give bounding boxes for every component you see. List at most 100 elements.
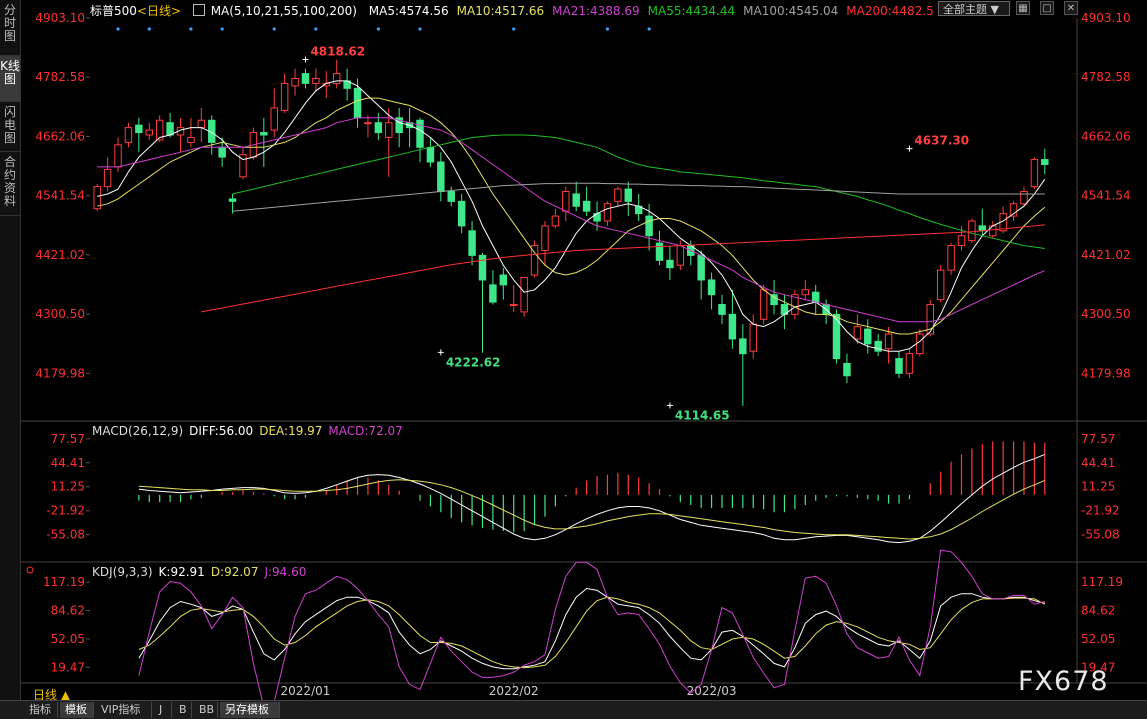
macd-line-dea	[138, 479, 1045, 540]
y-tick-label-right: 4662.06	[1081, 129, 1131, 143]
macd-legend-item-3: MACD:72.07	[328, 424, 403, 438]
candle-body	[624, 188, 632, 202]
kdj-legend: KDJ(9,3,3) K:92.91 D:92.07 J:94.60	[92, 565, 312, 579]
bottom-tab-2[interactable]: VIP指标	[96, 702, 152, 718]
y-tick-label-left: 4300.50	[35, 307, 85, 321]
ma-value-2: MA21:4388.69	[552, 4, 640, 18]
x-tick-label: 2022/03	[687, 684, 737, 698]
candle-body	[645, 215, 653, 237]
event-marker	[647, 27, 651, 31]
y-tick-label-left: -55.08	[46, 528, 85, 542]
candle-body	[478, 254, 487, 281]
candle-body	[124, 127, 133, 143]
candle-body	[947, 245, 955, 271]
y-tick-label-right: -21.92	[1081, 504, 1120, 518]
macd-legend-item-2: DEA:19.97	[259, 424, 323, 438]
kdj-line-d	[138, 596, 1046, 669]
y-tick-label-right: 4782.58	[1081, 70, 1131, 84]
y-tick-label-left: 52.05	[51, 632, 85, 646]
kdj-legend-item-3: J:94.60	[264, 565, 307, 579]
y-tick-label-right: 4179.98	[1081, 366, 1131, 380]
candle-body	[197, 119, 206, 129]
candle-body	[166, 122, 174, 136]
ma-line-ma10	[97, 97, 1046, 335]
annotation-label-0: 4818.62	[310, 45, 365, 59]
macd-legend-item-1: DIFF:56.00	[189, 424, 254, 438]
candle-body	[468, 230, 476, 256]
candle-body	[655, 242, 664, 261]
candle-body	[270, 107, 278, 131]
x-tick-label: 2022/01	[281, 684, 331, 698]
candle-body	[676, 245, 685, 266]
y-tick-label-left: 84.62	[51, 604, 85, 618]
y-tick-label-left: 19.47	[51, 660, 85, 674]
restore-icon[interactable]: □	[1040, 1, 1054, 15]
candle-body	[520, 276, 528, 313]
candle-body	[145, 129, 153, 136]
close-icon[interactable]: ✕	[1064, 1, 1078, 15]
candle-body	[707, 279, 716, 296]
ma-values: MA5:4574.56 MA10:4517.66 MA21:4388.69 MA55:…	[369, 4, 942, 18]
event-marker	[376, 27, 380, 31]
y-tick-label-left: 4421.02	[35, 248, 85, 262]
candle-body	[884, 333, 893, 350]
bottom-tab-0[interactable]: 指标	[24, 702, 58, 718]
candle-body	[364, 122, 372, 125]
main-legend: 标普500<日线> MA(5,10,21,55,100,200) MA5:457…	[90, 2, 950, 18]
bottom-tab-4[interactable]: B	[174, 702, 192, 718]
y-tick-label-left: 11.25	[51, 480, 85, 494]
bottom-tab-5[interactable]: BB	[194, 702, 218, 718]
chevron-down-icon: ▼	[990, 3, 999, 16]
event-marker	[314, 27, 318, 31]
candle-body	[353, 87, 362, 119]
candle-body	[1030, 159, 1039, 188]
candle-body	[426, 146, 435, 163]
candle-body	[739, 338, 747, 355]
candle-body	[103, 168, 112, 188]
candle-body	[135, 124, 143, 134]
candle-body	[1041, 159, 1049, 165]
candle-body	[291, 77, 299, 87]
candle-body	[853, 326, 862, 340]
y-tick-label-left: 77.57	[51, 432, 85, 446]
bottom-tab-6[interactable]: 另存模板	[220, 702, 280, 718]
bottom-tab-1[interactable]: 模板	[60, 702, 94, 718]
chart-canvas[interactable]: 4179.98 4179.98 4300.50 4300.50 4421.02 4421.…	[0, 0, 1147, 700]
y-tick-label-left: 4179.98	[35, 366, 85, 380]
bottom-tab-3[interactable]: J	[154, 702, 172, 718]
kdj-legend-item-2: D:92.07	[210, 565, 259, 579]
theme-select[interactable]: 全部主题 ▼	[938, 1, 1010, 16]
candle-body	[718, 304, 726, 315]
annotation-label-1: 4222.62	[446, 355, 501, 369]
y-tick-label-left: 4662.06	[35, 129, 85, 143]
candle-body	[489, 284, 497, 303]
candle-body	[759, 289, 768, 320]
y-tick-label-left: 117.19	[43, 575, 85, 589]
event-marker	[512, 27, 516, 31]
y-tick-label-right: 117.19	[1081, 575, 1123, 589]
candle-body	[218, 146, 226, 158]
ma-line-ma21	[97, 117, 1045, 323]
kdj-settings-icon	[26, 566, 34, 574]
kdj-line-k	[138, 587, 1045, 670]
candle-body	[447, 191, 455, 202]
period-tag: <日线>	[136, 4, 182, 18]
y-tick-label-right: 4421.02	[1081, 248, 1131, 262]
kdj-legend-item-0: KDJ(9,3,3)	[92, 565, 153, 579]
kdj-legend-item-1: K:92.91	[158, 565, 205, 579]
grid-icon[interactable]: ▦	[1016, 1, 1030, 15]
candle-body	[582, 200, 591, 212]
y-tick-label-left: 4903.10	[35, 11, 85, 25]
candle-body	[697, 254, 705, 281]
candle-body	[749, 323, 757, 352]
candle-body	[666, 259, 674, 269]
candle-body	[374, 122, 383, 134]
candle-body	[437, 161, 445, 193]
candle-body	[499, 274, 508, 286]
y-tick-label-right: 44.41	[1081, 456, 1115, 470]
candle-body	[864, 328, 872, 345]
candle-body	[957, 235, 966, 247]
candle-body	[811, 291, 820, 303]
event-marker	[189, 27, 193, 31]
event-marker	[272, 27, 276, 31]
